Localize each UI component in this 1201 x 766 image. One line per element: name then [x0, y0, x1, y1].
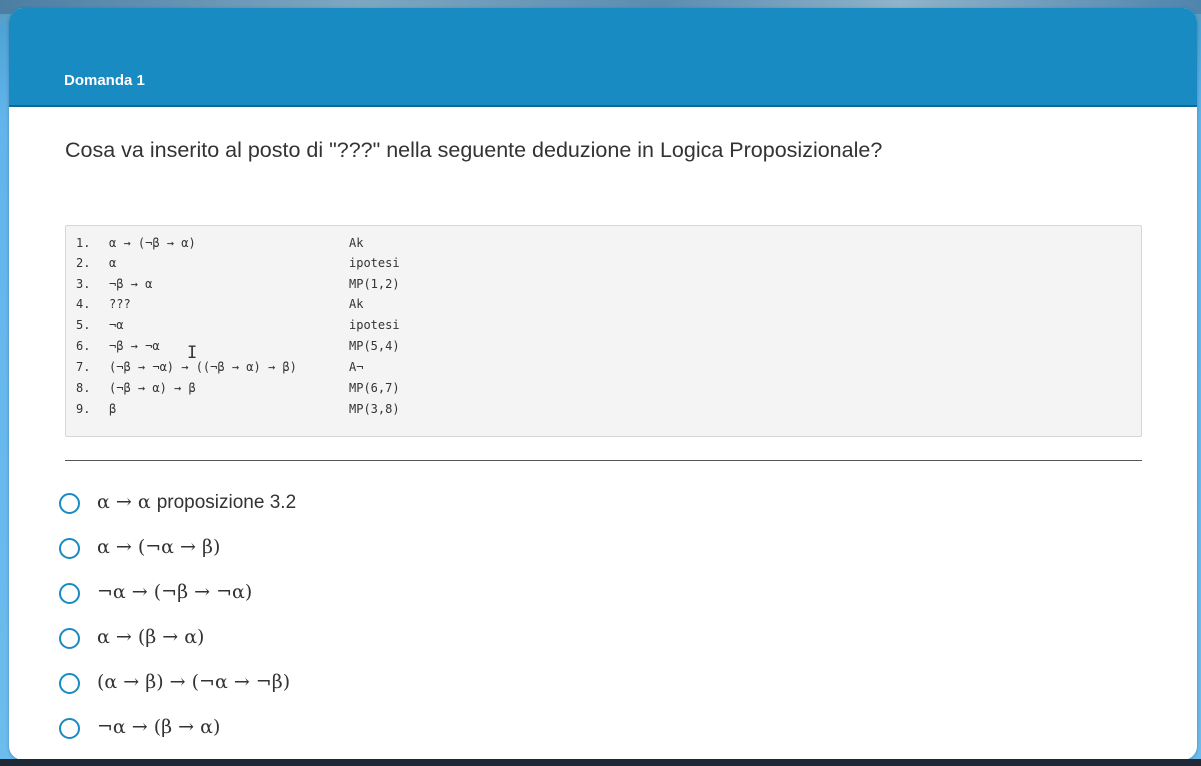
line-number: 8.: [76, 381, 91, 395]
divider: [65, 460, 1142, 461]
answer-formula: (α → β) → (¬α → ¬β): [97, 671, 291, 693]
answer-formula: α → α: [97, 491, 157, 513]
deduction-line: 7. (¬β → ¬α) → ((¬β → α) → β) A¬: [76, 360, 1126, 380]
line-number: 9.: [76, 402, 91, 416]
deduction-code-block: 1. α → (¬β → α) Ak 2. α ipotesi 3. ¬β → …: [65, 225, 1142, 437]
line-formula: α → (¬β → α): [109, 236, 196, 250]
line-rule: Ak: [349, 297, 364, 311]
answer-option[interactable]: α → (¬α → β): [59, 534, 759, 564]
line-number: 2.: [76, 256, 91, 270]
radio-button[interactable]: [59, 583, 80, 604]
question-number: Domanda 1: [64, 72, 145, 89]
line-rule: A¬: [349, 360, 364, 374]
answer-label: α → α proposizione 3.2: [97, 491, 296, 514]
text-cursor-icon: I: [187, 343, 198, 363]
question-card: Domanda 1 Cosa va inserito al posto di "…: [9, 8, 1197, 760]
bottom-bar: [0, 759, 1201, 766]
answer-formula: ¬α → (¬β → ¬α): [97, 581, 253, 603]
line-formula: ¬α: [109, 318, 124, 332]
deduction-line: 8. (¬β → α) → β MP(6,7): [76, 381, 1126, 401]
line-rule: MP(5,4): [349, 339, 400, 353]
radio-button[interactable]: [59, 673, 80, 694]
answer-option[interactable]: (α → β) → (¬α → ¬β): [59, 669, 759, 699]
line-number: 4.: [76, 297, 91, 311]
answer-note: proposizione 3.2: [156, 492, 297, 513]
radio-button[interactable]: [59, 718, 80, 739]
deduction-line: 2. α ipotesi: [76, 256, 1126, 276]
radio-button[interactable]: [59, 538, 80, 559]
answer-option[interactable]: α → (β → α): [59, 624, 759, 654]
line-number: 7.: [76, 360, 91, 374]
line-rule: MP(6,7): [349, 381, 400, 395]
line-formula: ???: [109, 297, 131, 311]
line-number: 1.: [76, 236, 91, 250]
deduction-line: 1. α → (¬β → α) Ak: [76, 236, 1126, 256]
line-rule: Ak: [349, 236, 364, 250]
radio-button[interactable]: [59, 493, 80, 514]
line-rule: ipotesi: [349, 318, 400, 332]
line-formula: (¬β → α) → β: [109, 381, 196, 395]
deduction-line: 9. β MP(3,8): [76, 402, 1126, 422]
line-formula: ¬β → ¬α: [109, 339, 160, 353]
answer-formula: α → (¬α → β): [97, 536, 221, 558]
deduction-line: 3. ¬β → α MP(1,2): [76, 277, 1126, 297]
line-rule: ipotesi: [349, 256, 400, 270]
answer-formula: α → (β → α): [97, 626, 205, 648]
answer-label: α → (β → α): [97, 626, 204, 648]
line-rule: MP(3,8): [349, 402, 400, 416]
line-formula: (¬β → ¬α) → ((¬β → α) → β): [109, 360, 297, 374]
line-number: 6.: [76, 339, 91, 353]
radio-button[interactable]: [59, 628, 80, 649]
line-number: 5.: [76, 318, 91, 332]
question-text: Cosa va inserito al posto di "???" nella…: [65, 138, 883, 162]
line-formula: α: [109, 256, 117, 270]
answer-option[interactable]: α → α proposizione 3.2: [59, 489, 759, 519]
answer-label: (α → β) → (¬α → ¬β): [97, 671, 290, 693]
line-formula: β: [109, 402, 117, 416]
deduction-line: 6. ¬β → ¬α MP(5,4): [76, 339, 1126, 359]
answer-label: ¬α → (¬β → ¬α): [97, 581, 252, 603]
card-header: Domanda 1: [9, 8, 1197, 107]
line-rule: MP(1,2): [349, 277, 400, 291]
answer-label: ¬α → (β → α): [97, 716, 220, 738]
line-number: 3.: [76, 277, 91, 291]
answer-label: α → (¬α → β): [97, 536, 220, 558]
answer-option[interactable]: ¬α → (β → α): [59, 714, 759, 744]
answer-option[interactable]: ¬α → (¬β → ¬α): [59, 579, 759, 609]
line-formula: ¬β → α: [109, 277, 153, 291]
deduction-line: 4. ??? Ak: [76, 297, 1126, 317]
answer-formula: ¬α → (β → α): [97, 716, 221, 738]
deduction-line: 5. ¬α ipotesi: [76, 318, 1126, 338]
